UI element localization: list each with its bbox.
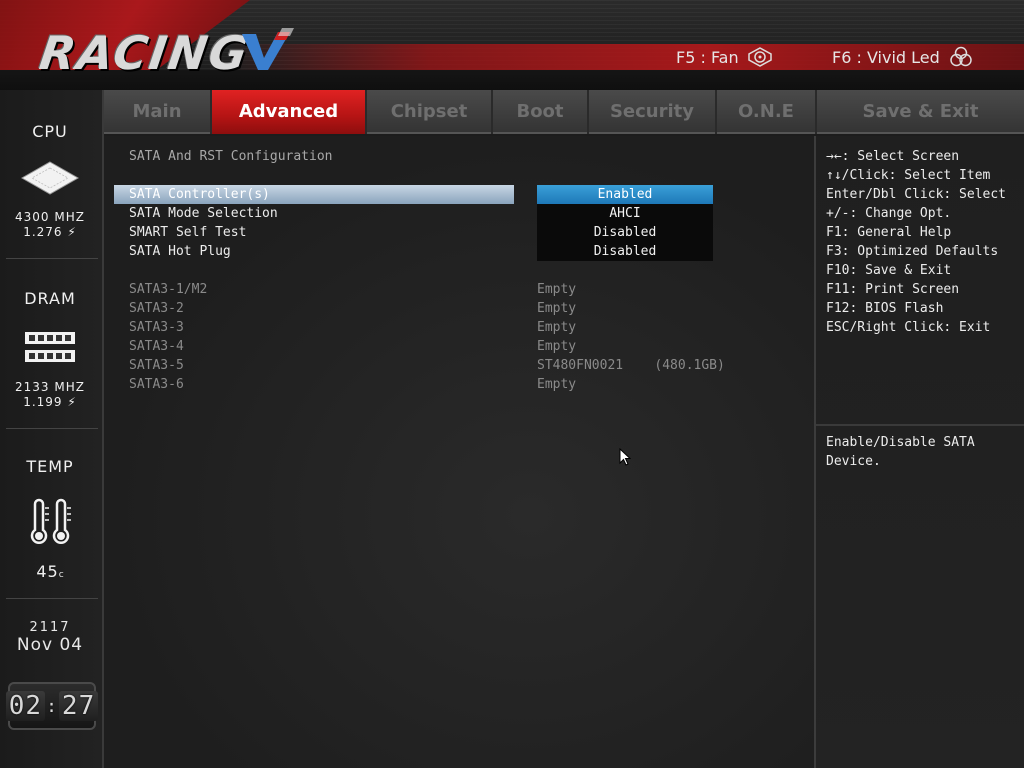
option-value-sata-controllers[interactable]: Enabled bbox=[537, 185, 713, 204]
port-row: SATA3-2 Empty bbox=[104, 299, 814, 318]
port-value: ST480FN0021 (480.1GB) bbox=[537, 358, 725, 373]
cpu-frequency: 4300 MHZ bbox=[15, 210, 85, 224]
port-value: Empty bbox=[537, 282, 577, 297]
header: RACING F5 : Fan F6 : Vivid Led bbox=[0, 0, 1024, 90]
settings-panel: SATA And RST Configuration SATA Controll… bbox=[104, 136, 814, 768]
tab-advanced[interactable]: Advanced bbox=[212, 90, 367, 134]
port-row: SATA3-1/M2 Empty bbox=[104, 280, 814, 299]
cpu-chip-icon bbox=[20, 161, 80, 195]
racing-logo: RACING bbox=[36, 26, 253, 80]
vivid-led-hotkey-label: F6 : Vivid Led bbox=[832, 47, 940, 67]
racing-logo-mark-icon bbox=[242, 28, 294, 70]
vivid-led-hotkey[interactable]: F6 : Vivid Led bbox=[832, 46, 974, 68]
tab-one[interactable]: O.N.E bbox=[717, 90, 817, 134]
option-label: SATA Hot Plug bbox=[129, 244, 231, 259]
port-value: Empty bbox=[537, 320, 577, 335]
tab-bar: Main Advanced Chipset Boot Security O.N.… bbox=[104, 90, 1024, 134]
temp-title: TEMP bbox=[26, 457, 74, 476]
option-sata-controllers[interactable]: SATA Controller(s) Enabled bbox=[104, 185, 814, 204]
option-label: SATA Mode Selection bbox=[129, 206, 278, 221]
temp-block: TEMP bbox=[0, 457, 100, 476]
help-key-line: F12: BIOS Flash bbox=[826, 301, 944, 316]
section-title-text: SATA And RST Configuration bbox=[129, 149, 333, 164]
voltage-bolt-icon: ⚡ bbox=[67, 225, 77, 239]
option-label: SATA Controller(s) bbox=[129, 187, 270, 202]
port-row: SATA3-3 Empty bbox=[104, 318, 814, 337]
port-label: SATA3-5 bbox=[129, 358, 184, 373]
option-value-sata-hot-plug[interactable]: Disabled bbox=[537, 242, 713, 261]
option-label: SMART Self Test bbox=[129, 225, 247, 240]
port-row: SATA3-6 Empty bbox=[104, 375, 814, 394]
clock-display: 02 : 27 bbox=[5, 682, 99, 730]
option-smart-self-test[interactable]: SMART Self Test Disabled bbox=[104, 223, 814, 242]
help-key-line: Enter/Dbl Click: Select bbox=[826, 187, 1007, 202]
dram-voltage-value: 1.199 bbox=[23, 395, 63, 409]
help-key-line: F1: General Help bbox=[826, 225, 952, 240]
option-sata-hot-plug[interactable]: SATA Hot Plug Disabled bbox=[104, 242, 814, 261]
port-row: SATA3-4 Empty bbox=[104, 337, 814, 356]
sidebar-divider bbox=[6, 428, 98, 429]
help-key-line: F3: Optimized Defaults bbox=[826, 244, 999, 259]
help-key-line: +/-: Change Opt. bbox=[826, 206, 952, 221]
temp-value: 45 bbox=[36, 562, 59, 581]
sidebar-divider bbox=[6, 258, 98, 259]
fan-hotkey-label: F5 : Fan bbox=[676, 47, 739, 67]
voltage-bolt-icon: ⚡ bbox=[67, 395, 77, 409]
cpu-title: CPU bbox=[32, 122, 68, 141]
fan-icon bbox=[747, 47, 772, 67]
option-value-smart-self-test[interactable]: Disabled bbox=[537, 223, 713, 242]
cpu-voltage-value: 1.276 bbox=[23, 225, 63, 239]
dram-block: DRAM bbox=[0, 289, 100, 308]
fan-hotkey[interactable]: F5 : Fan bbox=[676, 46, 773, 68]
clock-minutes: 27 bbox=[58, 691, 99, 721]
led-icon bbox=[950, 46, 972, 67]
help-key-line: →←: Select Screen bbox=[826, 149, 960, 164]
help-key-line: F10: Save & Exit bbox=[826, 263, 952, 278]
port-row: SATA3-5 ST480FN0021 (480.1GB) bbox=[104, 356, 814, 375]
cpu-readout: 4300 MHZ 1.276 ⚡ bbox=[0, 210, 100, 240]
port-label: SATA3-3 bbox=[129, 320, 184, 335]
help-key-line: F11: Print Screen bbox=[826, 282, 960, 297]
port-value: Empty bbox=[537, 377, 577, 392]
port-label: SATA3-4 bbox=[129, 339, 184, 354]
help-panel-divider bbox=[816, 424, 1024, 426]
port-label: SATA3-2 bbox=[129, 301, 184, 316]
temp-readout: 45c bbox=[0, 562, 100, 581]
port-value: Empty bbox=[537, 301, 577, 316]
tab-boot[interactable]: Boot bbox=[493, 90, 589, 134]
tab-security[interactable]: Security bbox=[589, 90, 717, 134]
clock-separator: : bbox=[46, 695, 58, 717]
cpu-voltage: 1.276 ⚡ bbox=[0, 225, 100, 240]
port-label: SATA3-1/M2 bbox=[129, 282, 208, 297]
date-year: 2117 bbox=[29, 620, 71, 635]
hardware-monitor-sidebar: CPU 4300 MHZ 1.276 ⚡ DRAM 2133 MHZ 1.199… bbox=[0, 90, 104, 768]
help-key-line: ESC/Right Click: Exit bbox=[826, 320, 991, 335]
tab-chipset[interactable]: Chipset bbox=[367, 90, 493, 134]
dram-module-icon bbox=[25, 332, 75, 362]
dram-readout: 2133 MHZ 1.199 ⚡ bbox=[0, 380, 100, 410]
port-label: SATA3-6 bbox=[129, 377, 184, 392]
thermometer-icon bbox=[30, 498, 71, 544]
dram-voltage: 1.199 ⚡ bbox=[0, 395, 100, 410]
date-block: 2117 Nov 04 bbox=[0, 620, 100, 655]
help-panel: →←: Select Screen ↑↓/Click: Select Item … bbox=[814, 136, 1024, 768]
sidebar-divider bbox=[6, 598, 98, 599]
help-key-line: ↑↓/Click: Select Item bbox=[826, 168, 991, 183]
port-value: Empty bbox=[537, 339, 577, 354]
date-day: Nov 04 bbox=[16, 635, 84, 655]
dram-frequency: 2133 MHZ bbox=[15, 380, 85, 394]
option-sata-mode-selection[interactable]: SATA Mode Selection AHCI bbox=[104, 204, 814, 223]
tab-save-exit[interactable]: Save & Exit bbox=[817, 90, 1024, 134]
option-value-sata-mode[interactable]: AHCI bbox=[537, 204, 713, 223]
mouse-cursor-icon bbox=[619, 448, 631, 466]
clock-hours: 02 bbox=[5, 691, 46, 721]
dram-title: DRAM bbox=[24, 289, 76, 308]
cpu-block: CPU bbox=[0, 122, 100, 141]
tab-main[interactable]: Main bbox=[104, 90, 212, 134]
temp-unit: c bbox=[58, 570, 64, 580]
item-description: Enable/Disable SATA Device. bbox=[826, 435, 975, 469]
